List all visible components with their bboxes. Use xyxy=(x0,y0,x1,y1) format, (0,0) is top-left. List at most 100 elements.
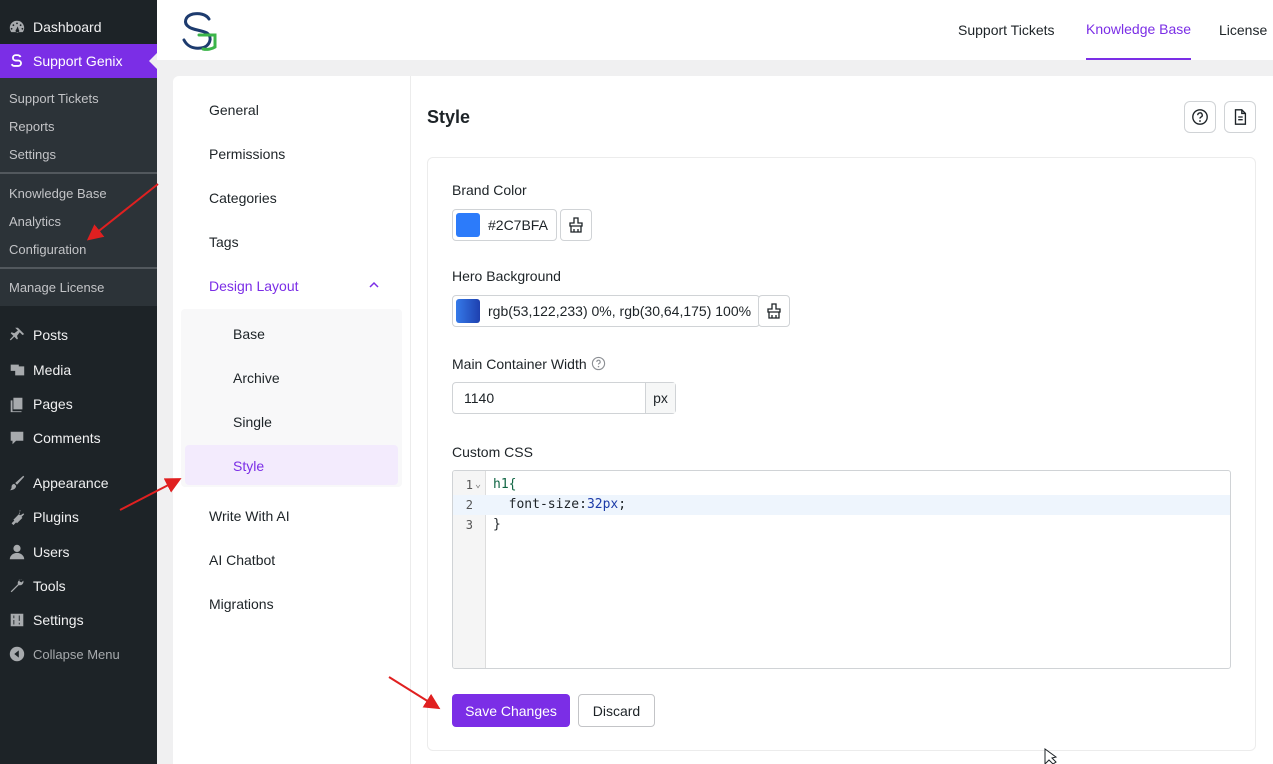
hero-bg-value: rgb(53,122,233) 0%, rgb(30,64,175) 100% xyxy=(488,303,752,319)
menu-posts[interactable]: Posts xyxy=(0,318,157,352)
nav-single[interactable]: Single xyxy=(233,414,272,430)
tab-license[interactable]: License xyxy=(1219,0,1267,60)
brand-color-swatch xyxy=(456,213,480,237)
media-icon xyxy=(7,360,27,380)
dashboard-icon xyxy=(7,17,27,37)
menu-support-genix[interactable]: Support Genix xyxy=(0,44,157,78)
css-code-editor[interactable]: 1 ⌄ h1{ 2 font-size:32px; 3 } xyxy=(452,470,1231,669)
brand-color-label: Brand Color xyxy=(452,182,527,198)
settings-nav: General Permissions Categories Tags Desi… xyxy=(173,76,411,764)
hero-bg-label: Hero Background xyxy=(452,268,561,284)
line-number: 1 xyxy=(465,478,473,492)
submenu-configuration[interactable]: Configuration xyxy=(0,235,157,263)
width-label: Main Container Width xyxy=(452,356,587,372)
nav-write-with-ai[interactable]: Write With AI xyxy=(209,508,290,524)
menu-posts-label: Posts xyxy=(33,327,69,343)
pages-icon xyxy=(7,394,27,414)
code-line: 2 font-size:32px; xyxy=(453,495,1230,515)
menu-settings[interactable]: Settings xyxy=(0,603,157,637)
settings-sliders-icon xyxy=(7,610,27,630)
menu-plugins-label: Plugins xyxy=(33,509,79,525)
hero-bg-reset-button[interactable] xyxy=(758,295,790,327)
brand-color-value: #2C7BFA xyxy=(488,217,548,233)
collapse-menu-label: Collapse Menu xyxy=(33,646,120,662)
submenu-reports[interactable]: Reports xyxy=(0,112,157,140)
nav-style-highlight xyxy=(185,445,398,485)
brand-color-picker[interactable]: #2C7BFA xyxy=(452,209,557,241)
collapse-menu[interactable]: Collapse Menu xyxy=(0,637,157,671)
menu-dashboard-label: Dashboard xyxy=(33,19,102,35)
chevron-up-icon[interactable] xyxy=(369,280,379,290)
menu-tools[interactable]: Tools xyxy=(0,569,157,603)
menu-appearance[interactable]: Appearance xyxy=(0,466,157,500)
menu-users-label: Users xyxy=(33,544,70,560)
wrench-icon xyxy=(7,576,27,596)
user-icon xyxy=(7,542,27,562)
menu-settings-label: Settings xyxy=(33,612,84,628)
help-button[interactable] xyxy=(1184,101,1216,133)
nav-tags[interactable]: Tags xyxy=(209,234,239,250)
code-text: h1{ xyxy=(493,477,517,492)
nav-permissions[interactable]: Permissions xyxy=(209,146,285,162)
discard-button[interactable]: Discard xyxy=(578,694,655,727)
hero-bg-swatch xyxy=(456,299,480,323)
wp-admin-sidebar: Dashboard Support Genix Support Tickets … xyxy=(0,0,157,764)
brush-icon xyxy=(569,217,583,233)
menu-users[interactable]: Users xyxy=(0,535,157,569)
width-unit: px xyxy=(645,383,675,413)
submenu-knowledge-base[interactable]: Knowledge Base xyxy=(0,179,157,207)
plug-icon xyxy=(7,507,27,527)
submenu-settings[interactable]: Settings xyxy=(0,140,157,168)
hero-bg-picker[interactable]: rgb(53,122,233) 0%, rgb(30,64,175) 100% xyxy=(452,295,761,327)
plugin-header: Support Tickets Knowledge Base License xyxy=(157,0,1273,60)
menu-pages[interactable]: Pages xyxy=(0,387,157,421)
container-width-input[interactable] xyxy=(453,383,645,413)
menu-media[interactable]: Media xyxy=(0,353,157,387)
brush-icon xyxy=(7,473,27,493)
menu-dashboard[interactable]: Dashboard xyxy=(0,10,157,44)
width-input-group: px xyxy=(452,382,676,414)
question-circle-icon xyxy=(1192,109,1208,125)
menu-media-label: Media xyxy=(33,362,72,378)
tab-knowledge-base[interactable]: Knowledge Base xyxy=(1086,0,1192,60)
brand-color-reset-button[interactable] xyxy=(560,209,592,241)
save-changes-button[interactable]: Save Changes xyxy=(452,694,570,727)
docs-button[interactable] xyxy=(1224,101,1256,133)
code-line: 1 ⌄ h1{ xyxy=(453,475,1230,495)
menu-tools-label: Tools xyxy=(33,578,66,594)
nav-migrations[interactable]: Migrations xyxy=(209,596,274,612)
nav-general[interactable]: General xyxy=(209,102,259,118)
code-text: font-size:32px; xyxy=(508,497,627,512)
tab-support-tickets[interactable]: Support Tickets xyxy=(958,0,1055,60)
code-line: 3 } xyxy=(453,515,1230,535)
submenu-analytics[interactable]: Analytics xyxy=(0,207,157,235)
brush-icon xyxy=(767,303,781,319)
info-help-icon[interactable] xyxy=(591,356,606,371)
menu-comments-label: Comments xyxy=(33,430,101,446)
line-number: 2 xyxy=(465,498,473,512)
pin-icon xyxy=(7,325,27,345)
nav-style[interactable]: Style xyxy=(233,458,264,474)
custom-css-label: Custom CSS xyxy=(452,444,533,460)
support-genix-icon xyxy=(7,51,27,71)
support-genix-logo xyxy=(182,12,217,51)
submenu-manage-license[interactable]: Manage License xyxy=(0,273,157,301)
fold-arrow-icon[interactable]: ⌄ xyxy=(475,475,481,495)
style-settings-card: Brand Color #2C7BFA Hero Background rgb(… xyxy=(427,157,1256,751)
submenu-divider xyxy=(0,267,157,269)
menu-pages-label: Pages xyxy=(33,396,73,412)
menu-plugins[interactable]: Plugins xyxy=(0,500,157,534)
submenu-support-tickets[interactable]: Support Tickets xyxy=(0,84,157,112)
menu-comments[interactable]: Comments xyxy=(0,421,157,455)
nav-archive[interactable]: Archive xyxy=(233,370,280,386)
nav-design-layout[interactable]: Design Layout xyxy=(209,278,299,294)
page-title: Style xyxy=(427,107,471,127)
nav-base[interactable]: Base xyxy=(233,326,265,342)
nav-categories[interactable]: Categories xyxy=(209,190,277,206)
collapse-icon xyxy=(7,644,27,664)
document-icon xyxy=(1234,109,1247,125)
code-text: } xyxy=(493,517,501,532)
nav-ai-chatbot[interactable]: AI Chatbot xyxy=(209,552,275,568)
line-number: 3 xyxy=(465,518,473,532)
submenu-divider xyxy=(0,172,157,174)
